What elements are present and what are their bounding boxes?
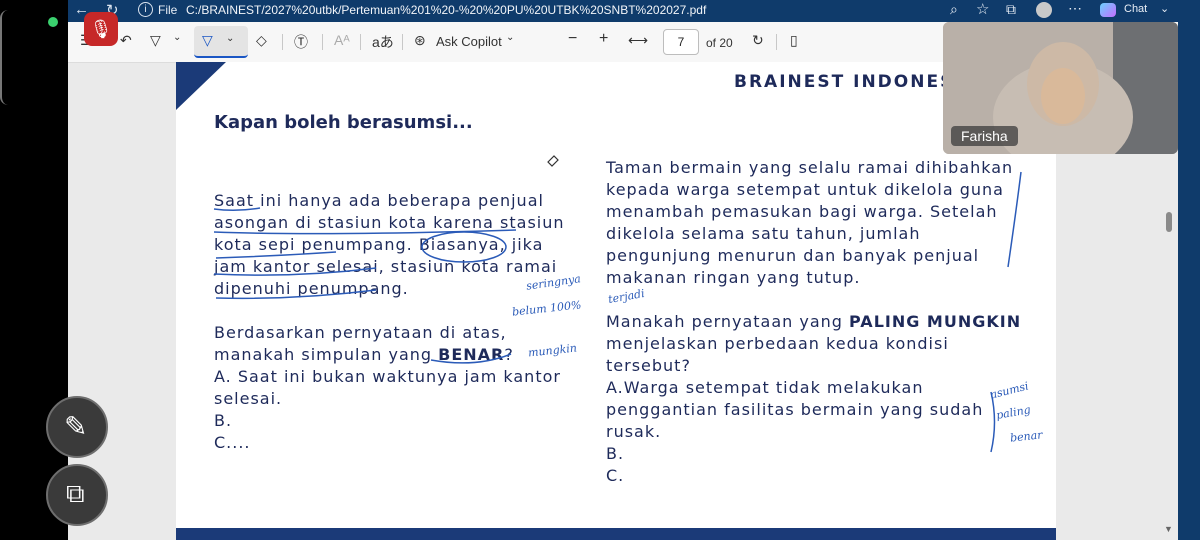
scrollbar-thumb[interactable]	[1166, 212, 1172, 232]
participant-name: Farisha	[951, 126, 1018, 146]
more-icon[interactable]: ⋯	[1068, 0, 1082, 17]
chevron-down-icon[interactable]: ⌄	[1160, 2, 1169, 15]
url-text[interactable]: C:/BRAINEST/2027%20utbk/Pertemuan%201%20…	[186, 3, 706, 17]
info-icon[interactable]: i	[138, 2, 153, 17]
copilot-small-icon: ⊛	[414, 32, 426, 48]
rotate-icon[interactable]: ↻	[752, 32, 764, 49]
pencil-icon: ✎	[64, 411, 88, 442]
ask-copilot-button[interactable]: Ask Copilot	[436, 34, 502, 49]
divider	[282, 34, 283, 50]
copilot-icon[interactable]	[1100, 3, 1116, 17]
page-number-input[interactable]: 7	[663, 29, 699, 55]
page-total: of 20	[706, 36, 733, 50]
divider	[360, 34, 361, 50]
page-footer-bar	[176, 528, 1056, 540]
circle-stroke	[421, 231, 507, 263]
highlight-icon[interactable]: ▽	[150, 32, 161, 49]
underline-stroke	[213, 207, 261, 212]
read-aloud-icon[interactable]: Aᴬ	[334, 32, 350, 48]
divider	[402, 34, 403, 50]
underline-stroke	[213, 267, 377, 276]
edge-handle[interactable]	[0, 10, 8, 105]
zoom-out-icon[interactable]: −	[568, 30, 577, 48]
zoom-icon[interactable]: ⌕	[950, 1, 958, 18]
text-box-icon[interactable]: Ⓣ	[294, 32, 308, 52]
page-view-icon[interactable]: ▯	[790, 32, 798, 49]
chat-label[interactable]: Chat	[1124, 3, 1147, 15]
underline-stroke	[430, 353, 512, 364]
divider	[776, 34, 777, 50]
file-label: File	[158, 3, 178, 17]
left-rail	[0, 0, 68, 540]
address-bar: ← ↻ i File C:/BRAINEST/2027%20utbk/Perte…	[0, 0, 1200, 22]
fit-width-icon[interactable]: ⟷	[628, 32, 648, 49]
chevron-down-icon[interactable]: ⌄	[506, 32, 514, 43]
rotate-screen-icon: ⧉	[66, 478, 85, 508]
scroll-down-icon[interactable]: ▼	[1164, 524, 1173, 534]
draw-button[interactable]: ▽ ⌄	[194, 26, 248, 58]
chevron-down-icon: ⌄	[226, 33, 235, 44]
underline-stroke	[215, 289, 377, 300]
zoom-in-icon[interactable]: +	[599, 30, 608, 48]
chevron-down-icon[interactable]: ⌄	[173, 32, 181, 43]
divider	[322, 34, 323, 50]
underline-stroke	[215, 251, 337, 259]
pen-draw-icon: ▽	[202, 32, 213, 48]
profile-avatar[interactable]	[1036, 2, 1052, 18]
eraser-icon[interactable]: ◇	[256, 32, 267, 49]
collections-icon[interactable]: ⧉	[1006, 1, 1016, 18]
mic-muted-icon[interactable]: 🎙	[84, 12, 118, 46]
bracket-stroke	[1007, 171, 1022, 268]
translate-icon[interactable]: aあ	[372, 32, 394, 52]
pen-button[interactable]: ✎	[46, 396, 108, 458]
status-dot	[48, 17, 58, 27]
undo-icon[interactable]: ↶	[120, 32, 132, 49]
favorite-icon[interactable]: ☆	[976, 0, 989, 18]
pencil-cursor-icon	[547, 155, 559, 167]
screen-rotate-button[interactable]: ⧉	[46, 464, 108, 526]
